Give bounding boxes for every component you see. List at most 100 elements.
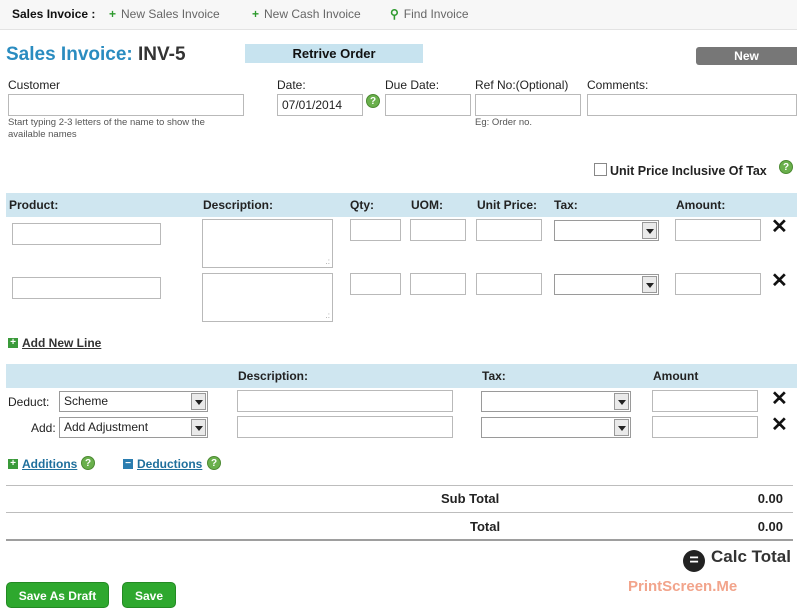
invoice-number: INV-5 (138, 44, 186, 65)
plus-icon: + (109, 7, 117, 21)
save-as-draft-button[interactable]: Save As Draft (6, 582, 109, 608)
find-invoice-link[interactable]: ⚲ Find Invoice (390, 7, 469, 21)
comments-label: Comments: (587, 78, 649, 92)
plus-icon[interactable]: + (8, 459, 18, 469)
delete-add-icon[interactable]: ✕ (771, 415, 788, 435)
resize-grip-icon[interactable]: .: (326, 311, 330, 320)
new-button[interactable]: New (696, 47, 797, 65)
col-adj-tax: Tax: (482, 369, 506, 383)
calc-total-label: Calc Total (711, 547, 791, 566)
dropdown-arrow-icon[interactable] (191, 419, 206, 436)
date-input[interactable] (277, 94, 363, 116)
resize-grip-icon[interactable]: .: (326, 257, 330, 266)
qty-input[interactable] (350, 219, 401, 241)
new-sales-invoice-label: New Sales Invoice (121, 7, 220, 21)
description-textarea[interactable]: .: (202, 273, 333, 322)
date-label: Date: (277, 78, 306, 92)
title-prefix: Sales Invoice: (6, 44, 133, 65)
add-type-value: Add Adjustment (64, 420, 149, 434)
top-nav: Sales Invoice : + New Sales Invoice + New … (0, 0, 797, 30)
delete-line-icon[interactable]: ✕ (771, 217, 788, 237)
watermark-logo: PrintScreen.Me (628, 578, 738, 595)
help-icon[interactable]: ? (779, 160, 793, 174)
col-description: Description: (203, 198, 274, 212)
add-description-input[interactable] (237, 416, 453, 438)
customer-hint: Start typing 2-3 letters of the name to … (8, 117, 205, 140)
total-label: Total (470, 519, 501, 534)
amount-input[interactable] (675, 219, 761, 241)
minus-icon[interactable]: − (123, 459, 133, 469)
help-icon[interactable]: ? (366, 94, 380, 108)
deduct-description-input[interactable] (237, 390, 453, 412)
delete-line-icon[interactable]: ✕ (771, 271, 788, 291)
deduct-amount-input[interactable] (652, 390, 758, 412)
page-title: Sales Invoice: INV-5 (6, 44, 186, 66)
additions-link[interactable]: Additions (22, 457, 77, 471)
customer-input[interactable] (8, 94, 244, 116)
col-adj-amount: Amount (653, 369, 699, 383)
customer-label: Customer (8, 78, 61, 92)
add-type-select[interactable]: Add Adjustment (59, 417, 208, 438)
unit-price-input[interactable] (476, 273, 542, 295)
tax-select[interactable] (554, 274, 659, 295)
plus-icon[interactable]: + (8, 338, 18, 348)
new-sales-invoice-link[interactable]: + New Sales Invoice (109, 7, 220, 21)
calc-total-button[interactable]: = Calc Total (683, 547, 791, 572)
nav-label: Sales Invoice : (12, 7, 96, 21)
col-adj-description: Description: (238, 369, 309, 383)
retrive-order-button[interactable]: Retrive Order (245, 44, 423, 63)
delete-deduct-icon[interactable]: ✕ (771, 389, 788, 409)
search-icon: ⚲ (390, 7, 399, 21)
uom-input[interactable] (410, 219, 466, 241)
qty-input[interactable] (350, 273, 401, 295)
dropdown-arrow-icon[interactable] (642, 276, 657, 293)
dropdown-arrow-icon[interactable] (642, 222, 657, 239)
deduct-type-select[interactable]: Scheme (59, 391, 208, 412)
new-cash-invoice-label: New Cash Invoice (264, 7, 361, 21)
find-invoice-label: Find Invoice (403, 7, 469, 21)
help-icon[interactable]: ? (81, 456, 95, 470)
deduct-tax-select[interactable] (481, 391, 631, 412)
ref-no-input[interactable] (475, 94, 581, 116)
add-tax-select[interactable] (481, 417, 631, 438)
new-cash-invoice-link[interactable]: + New Cash Invoice (252, 7, 361, 21)
save-button[interactable]: Save (122, 582, 176, 608)
divider (6, 485, 793, 486)
add-new-line-link[interactable]: Add New Line (22, 336, 101, 350)
dropdown-arrow-icon[interactable] (614, 419, 629, 436)
sub-total-label: Sub Total (441, 491, 500, 506)
product-input[interactable] (12, 223, 161, 245)
description-textarea[interactable]: .: (202, 219, 333, 268)
uom-input[interactable] (410, 273, 466, 295)
col-product: Product: (9, 198, 59, 212)
dropdown-arrow-icon[interactable] (191, 393, 206, 410)
ref-no-hint: Eg: Order no. (475, 117, 533, 128)
unit-price-inclusive-label: Unit Price Inclusive Of Tax (610, 164, 767, 178)
unit-price-input[interactable] (476, 219, 542, 241)
col-unit-price: Unit Price: (477, 198, 538, 212)
due-date-label: Due Date: (385, 78, 440, 92)
sub-total-value: 0.00 (757, 491, 783, 506)
deductions-link[interactable]: Deductions (137, 457, 202, 471)
amount-input[interactable] (675, 273, 761, 295)
col-uom: UOM: (411, 198, 443, 212)
total-value: 0.00 (757, 519, 783, 534)
adjustments-header: Description: Tax: Amount (6, 364, 797, 388)
product-input[interactable] (12, 277, 161, 299)
comments-input[interactable] (587, 94, 797, 116)
dropdown-arrow-icon[interactable] (614, 393, 629, 410)
tax-select[interactable] (554, 220, 659, 241)
divider (6, 539, 793, 541)
add-label: Add: (31, 421, 56, 435)
col-amount: Amount: (676, 198, 726, 212)
due-date-input[interactable] (385, 94, 471, 116)
help-icon[interactable]: ? (207, 456, 221, 470)
col-tax: Tax: (554, 198, 578, 212)
lines-header: Product: Description: Qty: UOM: Unit Pri… (6, 193, 797, 217)
calc-icon: = (683, 550, 705, 572)
add-amount-input[interactable] (652, 416, 758, 438)
ref-no-label: Ref No:(Optional) (475, 78, 569, 92)
plus-icon: + (252, 7, 260, 21)
unit-price-inclusive-checkbox[interactable] (594, 163, 607, 176)
divider (6, 512, 793, 513)
